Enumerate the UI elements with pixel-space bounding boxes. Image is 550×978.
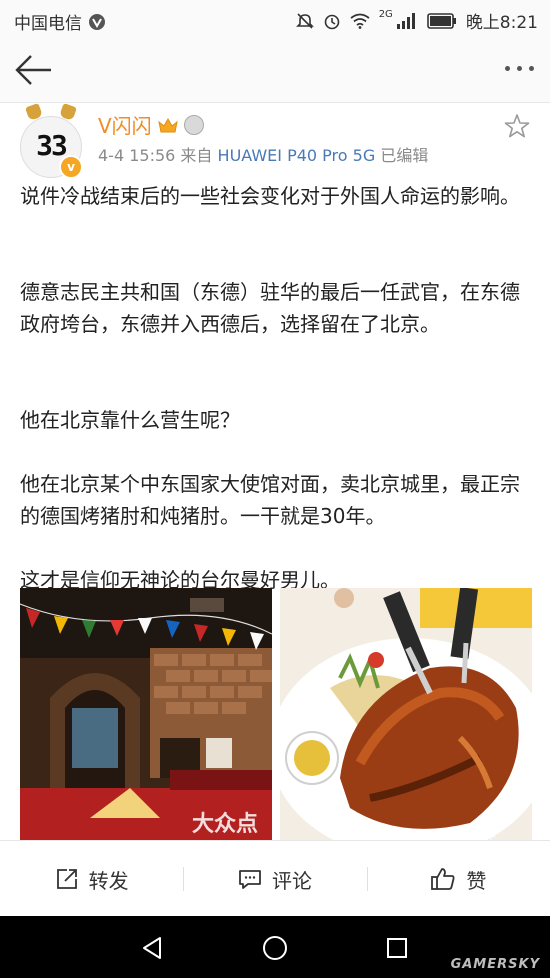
post-paragraph-4: 他在北京某个中东国家大使馆对面，卖北京城里，最正宗的德国烤猪肘和炖猪肘。一干就是… [20,472,520,528]
more-options-icon[interactable] [505,66,534,71]
favorite-star-icon[interactable] [504,113,530,139]
signal-icon [396,12,415,29]
comment-icon [239,870,261,889]
status-bar: 中国电信 2G 晚上8:21 [0,0,550,38]
edited-label: 已编辑 [380,146,429,165]
antler-left-icon [25,103,43,121]
post-content: 说件冷战结束后的一些社会变化对于外国人命运的影响。 德意志民主共和国（东德）驻华… [20,180,532,596]
repost-icon [56,869,77,889]
medal-icon [183,114,204,135]
clock: 晚上8:21 [465,13,538,33]
repost-button[interactable]: 转发 [0,841,183,917]
like-label: 赞 [466,868,487,893]
status-left: 中国电信 [14,9,106,34]
antler-right-icon [59,103,77,121]
source-prefix: 来自 [180,146,213,165]
post-image-pork-knuckle[interactable]: 大众点评 [280,588,532,840]
vpn-icon [89,13,105,30]
image-2-watermark: 大众点评 [440,829,496,840]
back-arrow-icon[interactable] [14,52,54,88]
crown-icon [157,117,178,132]
verified-badge-icon: v [59,155,83,179]
avatar[interactable]: 33 v [20,103,83,179]
battery-icon [427,12,456,29]
username-row: V闪闪 [98,110,204,139]
post-paragraph-1: 说件冷战结束后的一些社会变化对于外国人命运的影响。 [20,184,520,208]
repost-label: 转发 [88,868,129,893]
mute-icon [295,12,314,29]
post-date: 4-4 15:56 [98,146,176,165]
post-paragraph-2: 德意志民主共和国（东德）驻华的最后一任武官，在东德政府垮台，东德并入西德后，选择… [20,280,520,336]
status-right: 2G 晚上8:21 [295,8,538,33]
nav-back-triangle-icon[interactable] [140,936,164,960]
thumbs-up-icon [431,868,455,890]
restaurant-interior-picture [20,588,272,840]
pork-knuckle-picture [280,588,532,840]
post-paragraph-3: 他在北京靠什么营生呢？ [20,408,240,432]
like-button[interactable]: 赞 [366,841,550,917]
nav-recents-square-icon[interactable] [386,937,408,959]
system-navigation-bar: GAMERSKY [0,916,550,978]
gamersky-watermark: GAMERSKY [450,957,540,972]
image-1-watermark: 大众点 [192,812,259,837]
username[interactable]: V闪闪 [98,110,152,139]
alarm-icon [324,14,339,29]
comment-button[interactable]: 评论 [183,841,366,917]
nav-home-circle-icon[interactable] [262,935,288,961]
source-device[interactable]: HUAWEI P40 Pro 5G [218,146,376,165]
post-meta: 4-4 15:56 来自 HUAWEI P40 Pro 5G 已编辑 [98,142,428,166]
comment-label: 评论 [271,868,312,893]
network-type: 2G [378,9,393,20]
wifi-icon [350,13,370,29]
action-bar: 转发 评论 赞 [0,840,550,917]
top-nav-bar [0,38,550,103]
post-image-restaurant[interactable]: 大众点 [20,588,272,840]
carrier-label: 中国电信 [14,14,82,34]
